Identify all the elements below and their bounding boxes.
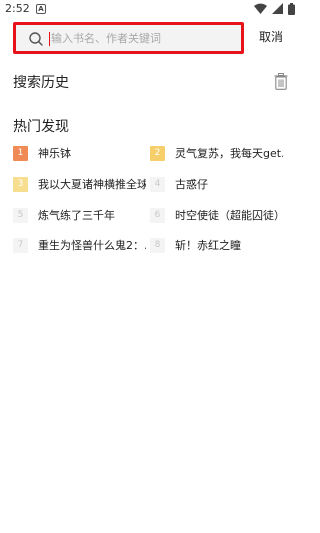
rank-badge: 3 bbox=[13, 176, 28, 192]
search-input[interactable] bbox=[51, 29, 236, 47]
status-icons bbox=[253, 3, 295, 15]
hot-item-title: 灵气复苏，我每天get… bbox=[175, 147, 283, 160]
hot-item-title: 时空使徒（超能囚徒） bbox=[175, 209, 283, 222]
wifi-icon bbox=[253, 3, 267, 14]
hot-section-header: 热门发现 bbox=[13, 116, 69, 136]
rank-badge: 7 bbox=[13, 237, 28, 253]
hot-item[interactable]: 7 重生为怪兽什么鬼2：… bbox=[13, 236, 146, 254]
hot-item[interactable]: 2 灵气复苏，我每天get… bbox=[150, 144, 283, 162]
hot-section-title: 热门发现 bbox=[13, 119, 69, 135]
cancel-button[interactable]: 取消 bbox=[259, 28, 283, 45]
rank-badge: 2 bbox=[150, 145, 165, 161]
hot-item-title: 斩！赤红之瞳 bbox=[175, 239, 241, 252]
hot-item-title: 炼气练了三千年 bbox=[38, 209, 115, 222]
hot-item-title: 神乐钵 bbox=[38, 147, 71, 160]
rank-badge: 4 bbox=[150, 176, 165, 192]
notification-icon: A bbox=[36, 4, 46, 14]
rank-badge: 6 bbox=[150, 207, 165, 223]
search-history-section: 搜索历史 bbox=[13, 72, 288, 94]
hot-item-title: 我以大夏诸神横推全球 bbox=[38, 178, 146, 191]
hot-item-title: 古惑仔 bbox=[175, 178, 208, 191]
status-time: 2:52 bbox=[5, 2, 30, 15]
hot-item[interactable]: 1 神乐钵 bbox=[13, 144, 146, 162]
trash-icon[interactable] bbox=[274, 73, 288, 90]
text-caret bbox=[49, 32, 50, 46]
search-bar: 取消 bbox=[0, 18, 300, 62]
rank-badge: 5 bbox=[13, 207, 28, 223]
rank-badge: 1 bbox=[13, 145, 28, 161]
search-history-title: 搜索历史 bbox=[13, 75, 69, 91]
hot-item[interactable]: 5 炼气练了三千年 bbox=[13, 206, 146, 224]
status-bar: 2:52 A bbox=[0, 0, 300, 18]
battery-icon bbox=[288, 3, 295, 15]
signal-icon bbox=[271, 3, 283, 14]
search-box[interactable] bbox=[13, 22, 244, 54]
search-icon bbox=[29, 32, 43, 46]
hot-item-title: 重生为怪兽什么鬼2：… bbox=[38, 239, 146, 252]
hot-item[interactable]: 8 斩！赤红之瞳 bbox=[150, 236, 283, 254]
hot-item[interactable]: 6 时空使徒（超能囚徒） bbox=[150, 206, 283, 224]
hot-item[interactable]: 3 我以大夏诸神横推全球 bbox=[13, 175, 146, 193]
rank-badge: 8 bbox=[150, 237, 165, 253]
hot-item[interactable]: 4 古惑仔 bbox=[150, 175, 283, 193]
